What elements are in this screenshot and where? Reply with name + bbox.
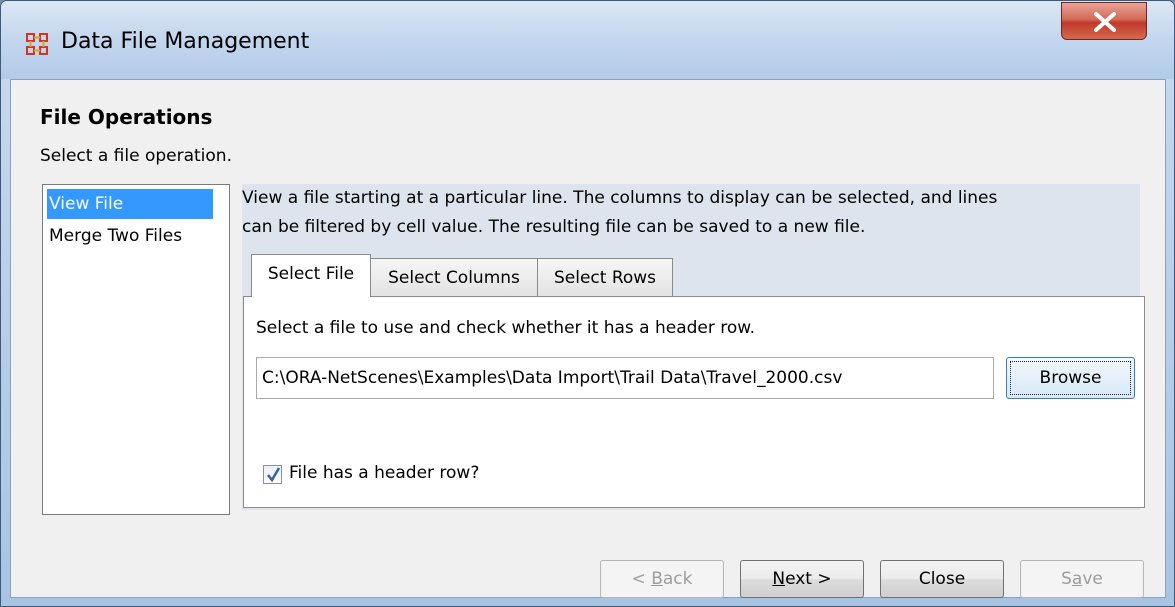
dialog-content: File Operations Select a file operation.… <box>10 79 1166 598</box>
save-mnemonic: a <box>1071 569 1083 589</box>
save-button[interactable]: Save <box>1020 560 1144 598</box>
header-row-label[interactable]: File has a header row? <box>289 463 479 483</box>
operation-item-merge-two-files[interactable]: Merge Two Files <box>47 221 213 251</box>
next-button[interactable]: Next > <box>740 560 864 598</box>
close-icon <box>1094 12 1116 32</box>
operation-item-view-file[interactable]: View File <box>47 189 213 219</box>
save-label: S <box>1061 569 1072 589</box>
next-label: ext > <box>785 569 832 589</box>
select-file-panel: Select a file to use and check whether i… <box>243 296 1145 508</box>
close-button[interactable]: Close <box>880 560 1004 598</box>
title-bar[interactable]: Data File Management <box>1 1 1174 79</box>
operation-list[interactable]: View File Merge Two Files <box>42 184 230 515</box>
app-icon <box>26 33 48 55</box>
select-file-instruction: Select a file to use and check whether i… <box>256 318 756 338</box>
next-mnemonic: N <box>772 569 786 589</box>
back-button[interactable]: < Back <box>600 560 724 598</box>
back-label-rest: ack <box>662 569 693 589</box>
page-subtitle: Select a file operation. <box>40 146 232 166</box>
description-line: View a file starting at a particular lin… <box>242 188 998 208</box>
operation-description: View a file starting at a particular lin… <box>242 184 1140 244</box>
tab-select-columns[interactable]: Select Columns <box>370 258 538 296</box>
window-close-button[interactable] <box>1061 2 1147 40</box>
file-path-input[interactable]: C:\ORA-NetScenes\Examples\Data Import\Tr… <box>256 357 994 399</box>
back-label: < <box>631 569 652 589</box>
browse-button[interactable]: Browse <box>1006 357 1135 399</box>
tab-select-rows[interactable]: Select Rows <box>537 258 673 296</box>
tab-select-file[interactable]: Select File <box>251 254 371 297</box>
header-row-checkbox[interactable] <box>263 465 282 484</box>
page-title: File Operations <box>40 105 213 129</box>
dialog-window: Data File Management File Operations Sel… <box>0 0 1175 607</box>
checkmark-icon <box>267 467 281 483</box>
back-mnemonic: B <box>651 569 663 589</box>
focus-ring <box>1010 361 1131 395</box>
save-label-rest: ve <box>1082 569 1103 589</box>
description-line: can be filtered by cell value. The resul… <box>242 217 866 237</box>
window-title: Data File Management <box>61 29 310 54</box>
